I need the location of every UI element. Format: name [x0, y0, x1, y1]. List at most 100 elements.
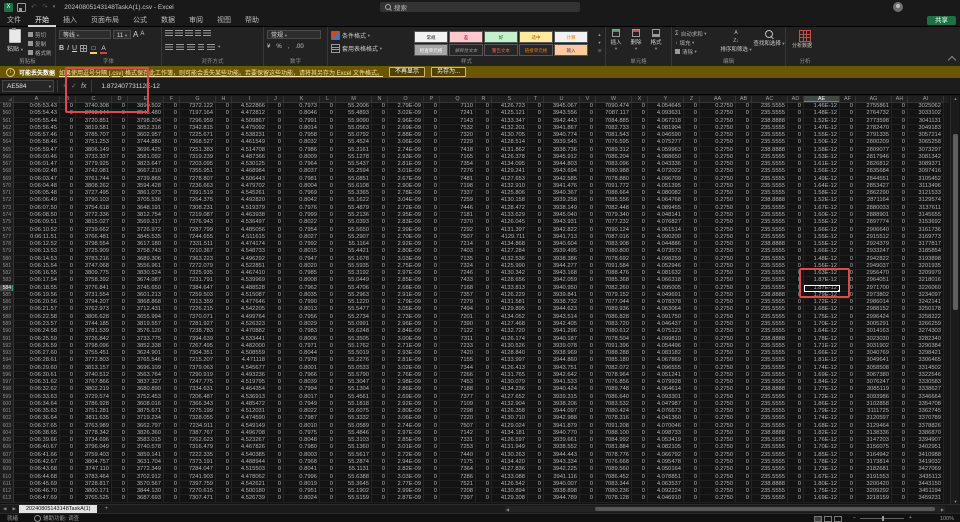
cell-AB585[interactable]: 0 — [736, 291, 752, 300]
cell-I589[interactable]: 4.526323 — [232, 320, 268, 329]
cell-W600[interactable]: 7083.532 — [596, 400, 632, 409]
cell-T562[interactable]: 0 — [528, 124, 544, 133]
cell-Y571[interactable]: 4.080082 — [648, 190, 684, 198]
cell-AB609[interactable]: 0 — [736, 466, 752, 474]
cell-AI579[interactable]: 3185854 — [908, 248, 944, 256]
cell-S573[interactable]: 4128.472 — [492, 204, 528, 212]
cell-AH607[interactable]: 0 — [892, 451, 908, 460]
cell-Y601[interactable]: 4.076673 — [648, 408, 684, 416]
cell-Q563[interactable]: 7320 — [440, 132, 476, 140]
cell-AE586[interactable]: 1.72E-12 — [804, 299, 840, 307]
cell-G569[interactable]: 7278.807 — [180, 175, 216, 183]
cell-style-差[interactable]: 差 — [449, 31, 483, 43]
cell-N569[interactable]: 0 — [372, 175, 388, 183]
cell-Z575[interactable]: 0 — [684, 219, 700, 227]
cell-Y587[interactable]: 4.063064 — [648, 306, 684, 314]
cell-AA608[interactable]: 0.2750 — [700, 459, 736, 467]
cell-H590[interactable]: 0 — [216, 328, 232, 336]
align-center-icon[interactable] — [176, 44, 184, 50]
cell-O568[interactable]: 3.01E-09 — [388, 168, 424, 176]
cell-I579[interactable]: 4.548733 — [232, 248, 268, 256]
cell-AB577[interactable]: 0 — [736, 233, 752, 242]
cell-V577[interactable]: 0 — [580, 233, 596, 242]
cell-AI601[interactable]: 3362745 — [908, 408, 944, 416]
cell-AE569[interactable]: 1.49E-12 — [804, 175, 840, 183]
cell-Z569[interactable]: 0 — [684, 175, 700, 183]
cell-O575[interactable]: 2.83E-09 — [388, 219, 424, 227]
cell-M568[interactable]: 55.2594 — [336, 168, 372, 176]
cell-J606[interactable]: 0 — [268, 444, 284, 452]
cell-AA559[interactable]: 0.2750 — [700, 103, 736, 111]
cell-R591[interactable]: 0 — [476, 335, 492, 343]
cell-AE607[interactable]: 1.85E-12 — [804, 451, 840, 460]
cell-D565[interactable]: 0 — [112, 146, 128, 154]
cell-U567[interactable]: 3944.803 — [544, 161, 580, 169]
cell-Q568[interactable]: 7276 — [440, 168, 476, 176]
cell-K609[interactable]: 0.8041 — [284, 466, 320, 474]
cell-Y573[interactable]: 4.089455 — [648, 204, 684, 212]
cell-D588[interactable]: 0 — [112, 313, 128, 321]
align-top-icon[interactable] — [165, 30, 173, 36]
cell-P611[interactable]: 0 — [424, 480, 440, 489]
cell-AF607[interactable]: 0 — [840, 451, 856, 460]
cell-P573[interactable]: 0 — [424, 204, 440, 212]
cell-V566[interactable]: 0 — [580, 153, 596, 162]
cell-Y593[interactable]: 4.083182 — [648, 350, 684, 358]
cell-O600[interactable]: 2.92E-09 — [388, 400, 424, 409]
cell-H586[interactable]: 0 — [216, 299, 232, 307]
cell-AH584[interactable]: 0 — [892, 284, 908, 292]
cell-AI559[interactable]: 3025062 — [908, 103, 944, 111]
cell-L603[interactable]: 0 — [320, 422, 336, 430]
cell-H606[interactable]: 0 — [216, 444, 232, 452]
cell-O581[interactable]: 2.75E-09 — [388, 262, 424, 271]
cell-G562[interactable]: 7342.815 — [180, 124, 216, 133]
cell-AD591[interactable]: 0 — [788, 335, 804, 343]
cell-AG562[interactable]: 2782470 — [856, 124, 892, 133]
cell-AD603[interactable]: 0 — [788, 422, 804, 430]
cell-D597[interactable]: 0 — [112, 379, 128, 387]
cell-N563[interactable]: 0 — [372, 132, 388, 140]
cell-N610[interactable]: 0 — [372, 473, 388, 481]
cell-J597[interactable]: 0 — [268, 379, 284, 387]
cell-AA610[interactable]: 0.2750 — [700, 473, 736, 481]
cell-O579[interactable]: 2.80E-09 — [388, 248, 424, 256]
cell-S576[interactable]: 4131.397 — [492, 226, 528, 234]
cell-R608[interactable]: 0 — [476, 459, 492, 467]
cell-M569[interactable]: 55.0851 — [336, 175, 372, 183]
cell-G571[interactable]: 7391.519 — [180, 190, 216, 198]
cell-I601[interactable]: 4.512031 — [232, 408, 268, 416]
cell-M588[interactable]: 55.2734 — [336, 313, 372, 321]
cell-H561[interactable]: 0 — [216, 117, 232, 125]
cell-K598[interactable]: 0.7994 — [284, 386, 320, 394]
cell-AB610[interactable]: 0 — [736, 473, 752, 481]
cell-X596[interactable]: 0 — [632, 371, 648, 380]
cell-AC599[interactable]: 235.5555 — [752, 393, 788, 401]
cell-Q583[interactable]: 7433 — [440, 277, 476, 285]
cell-R585[interactable]: 0 — [476, 291, 492, 300]
cell-E571[interactable]: 3861.073 — [128, 190, 164, 198]
cell-K596[interactable]: 0.7966 — [284, 371, 320, 380]
cell-S584[interactable]: 4133.813 — [492, 284, 528, 292]
cell-W597[interactable]: 7076.856 — [596, 379, 632, 387]
cell-C574[interactable]: 3772.336 — [76, 211, 112, 220]
cell-D596[interactable]: 0 — [112, 371, 128, 380]
cell-W586[interactable]: 7077.044 — [596, 299, 632, 307]
cell-E608[interactable]: 3631.704 — [128, 459, 164, 467]
cell-A597[interactable]: 0:06:31.62 — [14, 379, 60, 387]
cell-Q578[interactable]: 7214 — [440, 241, 476, 249]
cell-K593[interactable]: 0.8044 — [284, 350, 320, 358]
cell-AI567[interactable]: 3089371 — [908, 161, 944, 169]
cell-Z589[interactable]: 0 — [684, 320, 700, 329]
cell-Q593[interactable]: 7420 — [440, 350, 476, 358]
cell-AH593[interactable]: 0 — [892, 350, 908, 358]
cell-AE610[interactable]: 1.67E-12 — [804, 473, 840, 481]
cell-AH590[interactable]: 0 — [892, 328, 908, 336]
cell-AC590[interactable]: 235.5555 — [752, 328, 788, 336]
cell-AE603[interactable]: 1.68E-12 — [804, 422, 840, 430]
cell-Y560[interactable]: 4.093631 — [648, 110, 684, 118]
cell-M606[interactable]: 55.1360 — [336, 444, 372, 452]
row-header-590[interactable]: 590 — [0, 328, 14, 336]
cell-AE598[interactable]: 1.77E-12 — [804, 386, 840, 394]
cell-D613[interactable]: 0 — [112, 495, 128, 503]
cell-AC563[interactable]: 235.5555 — [752, 132, 788, 140]
